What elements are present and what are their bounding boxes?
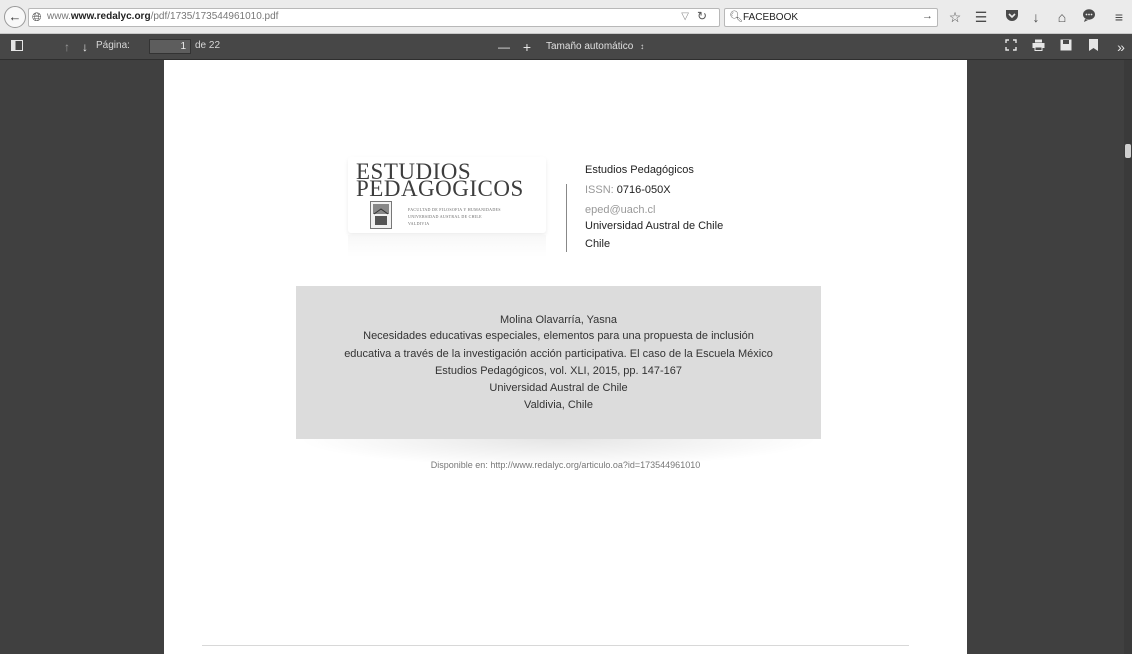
logo-subtitle-1: FACULTAD DE FILOSOFIA Y HUMANIDADES [408,207,501,212]
available-url[interactable]: Disponible en: http://www.redalyc.org/ar… [164,460,967,470]
url-path: /pdf/1735/173544961010.pdf [150,11,279,22]
logo-title-line2: PEDAGOGICOS [356,176,524,201]
pdf-page: ESTUDIOS PEDAGOGICOS FACULTAD DE FILOSOF… [164,60,967,654]
home-icon[interactable]: ⌂ [1053,8,1071,26]
bookmark-star-icon[interactable]: ☆ [946,8,964,26]
citation-title-line1: Necesidades educativas especiales, eleme… [363,330,754,342]
journal-institution: Universidad Austral de Chile [585,220,724,232]
page-label: Página: [96,40,130,51]
issn-value: 0716-050X [616,184,671,196]
zoom-select[interactable]: Tamaño automático ↕ [542,39,666,55]
download-icon[interactable]: ↓ [1027,8,1045,26]
page-footer-line [202,645,909,646]
journal-issn: ISSN: 0716-050X [585,184,671,196]
scrollbar-thumb[interactable] [1125,144,1131,158]
university-seal-icon [370,201,392,229]
journal-email[interactable]: eped@uach.cl [585,204,656,216]
issn-label: ISSN: [585,184,614,196]
citation-source: Estudios Pedagógicos, vol. XLI, 2015, pp… [434,365,683,377]
url-prefix: www. [47,11,71,22]
menu-icon[interactable]: ≡ [1110,8,1128,26]
previous-page-icon[interactable]: ↑ [60,38,74,56]
chat-icon[interactable] [1080,8,1098,26]
citation-institution: Universidad Austral de Chile [489,382,628,394]
journal-country: Chile [585,238,611,250]
citation-title-line2: educativa a través de la investigación a… [344,348,773,360]
search-bar[interactable]: 🔍︎ FACEBOOK → [724,8,938,27]
back-arrow-icon[interactable]: ← [4,6,26,28]
search-go-icon[interactable]: → [922,10,933,22]
page-count: de 22 [195,40,221,51]
citation-location: Valdivia, Chile [524,399,593,411]
viewer-scrollbar[interactable] [1124,60,1132,654]
next-page-icon[interactable]: ↓ [78,38,92,56]
url-bar[interactable]: 🌐︎ www.www.redalyc.org/pdf/1735/17354496… [28,8,720,27]
zoom-in-button[interactable]: + [519,38,535,56]
logo-reflection [348,235,546,257]
url-domain: www.redalyc.org [70,11,151,22]
pdf-toolbar: ↑ ↓ Página: 1 de 22 — + Tamaño automátic… [0,34,1132,60]
chevron-updown-icon: ↕ [640,42,645,51]
browser-navbar: ← 🌐︎ www.www.redalyc.org/pdf/1735/173544… [0,0,1132,34]
zoom-out-button[interactable]: — [496,38,512,56]
search-icon: 🔍︎ [729,11,743,23]
sidebar-toggle-icon[interactable] [10,38,24,56]
tools-chevron-icon[interactable]: » [1114,38,1128,56]
save-icon[interactable] [1058,38,1074,56]
journal-logo: ESTUDIOS PEDAGOGICOS FACULTAD DE FILOSOF… [348,157,546,233]
reading-list-icon[interactable]: ☰ [972,8,990,26]
pocket-icon[interactable] [1003,8,1021,26]
history-dropdown-icon[interactable]: ▽ [681,11,689,22]
search-input[interactable]: FACEBOOK [743,12,798,23]
bookmark-icon[interactable] [1086,38,1100,56]
zoom-select-value: Tamaño automático [546,41,634,52]
logo-subtitle-3: VALDIVIA [408,221,430,226]
journal-name: Estudios Pedagógicos [585,164,694,176]
reload-icon[interactable]: ↻ [697,9,707,23]
citation-author: Molina Olavarría, Yasna [500,314,617,326]
page-number-input[interactable]: 1 [149,39,191,54]
presentation-mode-icon[interactable] [1004,38,1018,56]
citation-box: Molina Olavarría, Yasna Necesidades educ… [296,286,821,439]
globe-icon: 🌐︎ [32,10,42,24]
logo-subtitle-2: UNIVERSIDAD AUSTRAL DE CHILE [408,214,482,219]
print-icon[interactable] [1030,38,1046,56]
logo-divider [566,184,567,252]
url-text[interactable]: www.www.redalyc.org/pdf/1735/17354496101… [47,11,278,22]
